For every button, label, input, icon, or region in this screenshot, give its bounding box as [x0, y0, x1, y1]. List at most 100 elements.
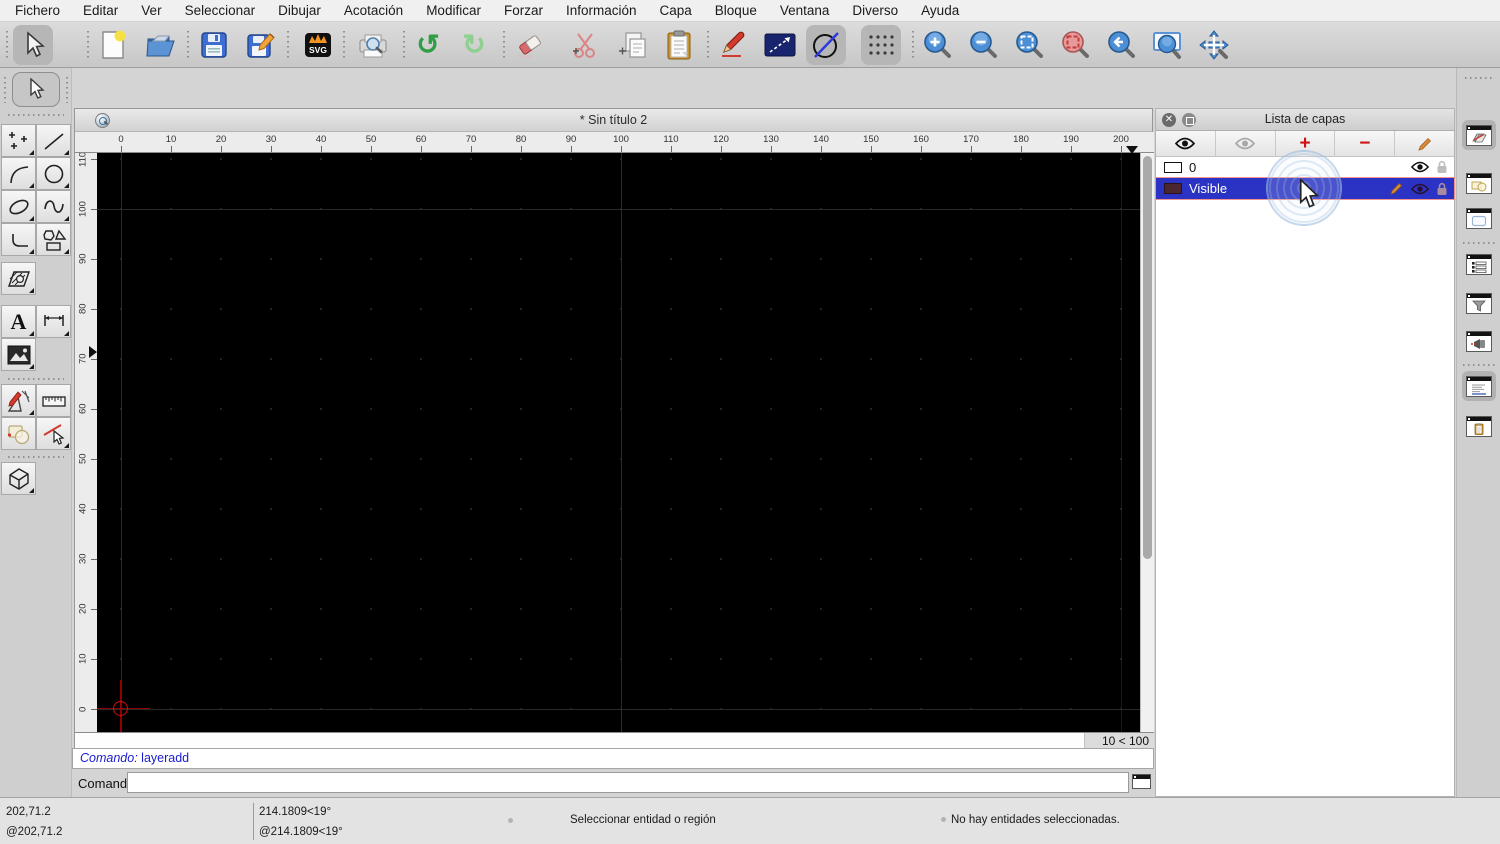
- svg-export-button[interactable]: SVG: [298, 25, 338, 65]
- tool-delete-entity-button[interactable]: [36, 417, 71, 450]
- grid-toggle-button[interactable]: [861, 25, 901, 65]
- zoom-out-button[interactable]: [964, 25, 1004, 65]
- tool-line-button[interactable]: [36, 124, 71, 157]
- new-document-button[interactable]: [93, 25, 133, 65]
- undo-button[interactable]: ↺: [408, 25, 448, 65]
- tool-polyline-button[interactable]: [1, 223, 36, 256]
- hide-all-layers-button[interactable]: [1215, 131, 1276, 156]
- tool-3d-solid-button[interactable]: [1, 462, 36, 495]
- remove-layer-button[interactable]: −: [1335, 131, 1396, 156]
- ruler-label: 120: [713, 134, 729, 145]
- command-input[interactable]: [127, 772, 1129, 793]
- copy-button[interactable]: [612, 25, 652, 65]
- layer-visible-icon[interactable]: [1411, 161, 1429, 173]
- tool-select-region-button[interactable]: [1, 417, 36, 450]
- ruler-label: 20: [215, 134, 227, 145]
- menu-item-capa[interactable]: Capa: [660, 3, 692, 18]
- layer-lock-icon[interactable]: [1436, 160, 1448, 174]
- menu-item-fichero[interactable]: Fichero: [15, 3, 60, 18]
- show-all-layers-button[interactable]: [1156, 131, 1216, 156]
- save-as-floppy-pencil-icon: [247, 33, 275, 58]
- menu-item-dibujar[interactable]: Dibujar: [278, 3, 321, 18]
- palette-handle[interactable]: [4, 77, 6, 103]
- tool-image-button[interactable]: [1, 338, 36, 371]
- tool-arc-button[interactable]: [1, 157, 36, 190]
- cut-button[interactable]: [565, 25, 605, 65]
- zoom-pan-button[interactable]: [1194, 25, 1234, 65]
- command-widget-dock-button[interactable]: [1462, 371, 1496, 401]
- palette-handle[interactable]: [66, 77, 68, 103]
- tool-ellipse-button[interactable]: [1, 190, 36, 223]
- menu-item-informacion[interactable]: Información: [566, 3, 637, 18]
- menu-item-seleccionar[interactable]: Seleccionar: [185, 3, 256, 18]
- zoom-previous-button[interactable]: [1102, 25, 1142, 65]
- open-file-button[interactable]: [140, 25, 180, 65]
- menu-item-ayuda[interactable]: Ayuda: [921, 3, 959, 18]
- dock-handle[interactable]: [1465, 77, 1493, 79]
- command-window-toggle-button[interactable]: [1132, 774, 1151, 789]
- tool-circle-button[interactable]: [36, 157, 71, 190]
- vertical-scrollbar[interactable]: [1140, 153, 1154, 732]
- zoom-in-button[interactable]: [918, 25, 958, 65]
- save-as-button[interactable]: [241, 25, 281, 65]
- layer-visible-icon[interactable]: [1411, 183, 1429, 195]
- redo-button[interactable]: ↻: [454, 25, 494, 65]
- tool-hatch-button[interactable]: [1, 262, 36, 295]
- toolbar-handle[interactable]: [6, 31, 8, 59]
- pen-edit-button[interactable]: [714, 25, 754, 65]
- ruler-label: 90: [565, 134, 577, 145]
- zoom-out-icon: [970, 31, 997, 58]
- zoom-in-icon: [924, 31, 951, 58]
- clipboard-dock-button[interactable]: [1462, 411, 1496, 441]
- layer-color-swatch: [1164, 161, 1182, 173]
- layer-lock-icon[interactable]: [1436, 182, 1448, 196]
- float-panel-icon[interactable]: [1182, 113, 1196, 127]
- menu-item-ventana[interactable]: Ventana: [780, 3, 830, 18]
- block-list-dock-button[interactable]: [1462, 168, 1496, 198]
- filter-dock-button[interactable]: [1462, 288, 1496, 318]
- layer-panel-titlebar[interactable]: ✕ Lista de capas: [1156, 109, 1454, 131]
- library-window-icon: [1466, 207, 1492, 229]
- delete-button[interactable]: [510, 25, 550, 65]
- ruler-label: 170: [963, 134, 979, 145]
- close-icon[interactable]: ✕: [1162, 113, 1176, 127]
- document-titlebar[interactable]: * Sin título 2: [75, 109, 1152, 132]
- tool-text-button[interactable]: A: [1, 305, 36, 338]
- tool-points-button[interactable]: [1, 124, 36, 157]
- save-button[interactable]: [194, 25, 234, 65]
- menu-item-bloque[interactable]: Bloque: [715, 3, 757, 18]
- zoom-selected-button[interactable]: [1056, 25, 1096, 65]
- palette-handle[interactable]: [8, 114, 64, 116]
- menu-item-editar[interactable]: Editar: [83, 3, 118, 18]
- layer-edit-icon[interactable]: [1389, 181, 1404, 196]
- paste-button[interactable]: [659, 25, 699, 65]
- tool-select-button[interactable]: [12, 72, 60, 107]
- menu-item-acotacion[interactable]: Acotación: [344, 3, 403, 18]
- tool-modify-button[interactable]: [1, 384, 36, 417]
- ruler-label: 50: [365, 134, 377, 145]
- tool-spline-button[interactable]: [36, 190, 71, 223]
- pen-palette-dock-button[interactable]: [1462, 326, 1496, 356]
- zoom-window-button[interactable]: [1148, 25, 1188, 65]
- tool-dimension-button[interactable]: [36, 305, 71, 338]
- menu-item-modificar[interactable]: Modificar: [426, 3, 481, 18]
- library-browser-dock-button[interactable]: [1462, 203, 1496, 233]
- menu-item-diverso[interactable]: Diverso: [852, 3, 898, 18]
- tool-measure-button[interactable]: [36, 384, 71, 417]
- absolute-polar-coordinates: 214.1809<19°: [259, 806, 332, 818]
- menu-item-forzar[interactable]: Forzar: [504, 3, 543, 18]
- drawing-canvas[interactable]: [97, 153, 1140, 732]
- menu-item-ver[interactable]: Ver: [141, 3, 161, 18]
- select-arrow-button[interactable]: [13, 25, 53, 65]
- print-preview-button[interactable]: [353, 25, 393, 65]
- tool-shapes-button[interactable]: [36, 223, 71, 256]
- zoom-auto-button[interactable]: [1010, 25, 1050, 65]
- cursor-y-marker: [89, 346, 97, 358]
- entity-list-dock-button[interactable]: [1462, 249, 1496, 279]
- layer-list-dock-button[interactable]: [1462, 120, 1496, 150]
- scrollbar-thumb[interactable]: [1143, 156, 1152, 559]
- draft-mode-button[interactable]: [806, 25, 846, 65]
- relative-move-button[interactable]: [760, 25, 800, 65]
- palette-separator: [8, 456, 64, 458]
- edit-layer-button[interactable]: [1395, 131, 1454, 156]
